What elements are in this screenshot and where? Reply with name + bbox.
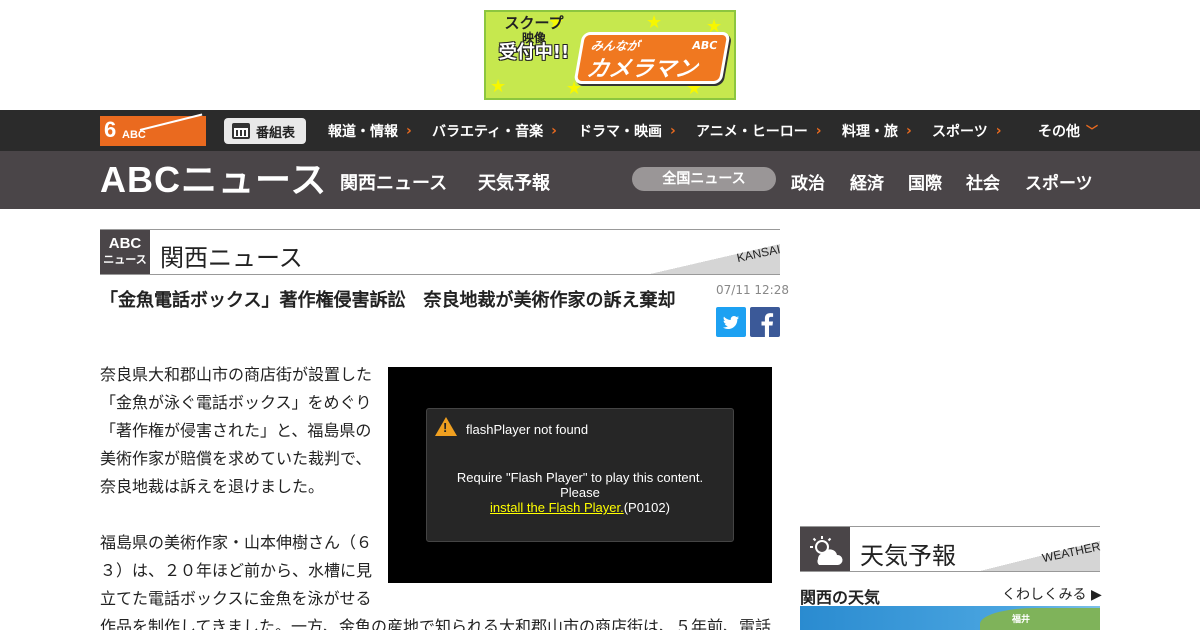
sun-cloud-icon (810, 536, 843, 565)
warning-glyph: ! (443, 420, 448, 435)
star-icon: ★ (646, 12, 663, 33)
category-society[interactable]: 社会 (966, 169, 1000, 194)
flash-dialog-header: flashPlayer not found (466, 422, 589, 437)
section-header-kansai: ABC ニュース 関西ニュース KANSAI (100, 229, 781, 275)
gnav-variety-music[interactable]: バラエティ・音楽 › (432, 110, 557, 151)
twitter-icon (723, 316, 739, 329)
abc-channel-logo[interactable]: 6 ABC (100, 113, 206, 146)
gnav-cooking-travel[interactable]: 料理・旅 › (842, 110, 912, 151)
ad-scoop-line1: スクープ (504, 14, 564, 32)
section-header-weather: 天気予報 WEATHER (800, 526, 1101, 572)
calendar-icon (232, 123, 250, 139)
weather-map[interactable]: 福井 (800, 606, 1100, 630)
twitter-share-button[interactable] (716, 307, 746, 337)
flash-msg-line3: install the Flash Player.(P0102) (427, 500, 733, 515)
chevron-right-icon: › (406, 122, 412, 139)
abc-news-logo[interactable]: ABCニュース (100, 161, 327, 199)
gnav-label: スポーツ (932, 123, 988, 140)
badge-line2: ニュース (103, 254, 147, 266)
chevron-right-icon: › (815, 122, 822, 139)
chevron-right-icon: › (995, 122, 1002, 139)
ad-banner[interactable]: ★ ★ ★ ★ ★ ★ スクープ 映像 受付中!! みんなが ABC カメラマン (484, 10, 736, 100)
flash-msg-line2: Please (560, 485, 600, 500)
gnav-drama-movie[interactable]: ドラマ・映画 › (578, 110, 676, 151)
install-flash-link[interactable]: install the Flash Player. (490, 500, 624, 515)
weather-more-link[interactable]: くわしくみる ▶ (1002, 584, 1102, 604)
category-politics[interactable]: 政治 (791, 169, 825, 194)
ad-scoop-line3: 受付中!! (498, 42, 570, 64)
gnav-more[interactable]: その他 ﹀ (1038, 110, 1098, 151)
article-date: 07/11 12:28 (716, 283, 789, 297)
badge-line1: ABC (108, 235, 142, 252)
chevron-right-icon: › (551, 122, 557, 139)
category-sports[interactable]: スポーツ (1025, 169, 1093, 194)
logo-six: 6 (104, 117, 117, 142)
facebook-share-button[interactable] (750, 307, 780, 337)
video-player[interactable]: ! flashPlayer not found Require "Flash P… (388, 367, 772, 583)
map-land (980, 608, 1100, 630)
category-economy[interactable]: 経済 (850, 169, 884, 194)
gnav-anime-hero[interactable]: アニメ・ヒーロー › (696, 110, 822, 151)
nav-kansai-news[interactable]: 関西ニュース (340, 169, 447, 195)
ad-cameraman-logo: みんなが ABC カメラマン (573, 32, 731, 84)
gnav-label: 料理・旅 (842, 123, 898, 140)
map-city-label: 福井 (1012, 615, 1031, 625)
gnav-label: バラエティ・音楽 (432, 123, 544, 140)
star-icon: ★ (490, 76, 507, 97)
article-paragraph: 作品を制作してきました。一方、金魚の産地で知られる大和郡山市の商店街は、５年前、… (100, 617, 772, 630)
article-paragraph: 福島県の美術作家・山本伸樹さん（６３）は、２０年ほど前から、水槽に見立てた電話ボ… (100, 533, 373, 608)
ad-mark-main: カメラマン (584, 57, 700, 82)
national-news-pill[interactable]: 全国ニュース (632, 167, 776, 191)
weather-badge (800, 527, 850, 571)
top-banner-area: ★ ★ ★ ★ ★ ★ スクープ 映像 受付中!! みんなが ABC カメラマン (0, 0, 1200, 110)
gnav-more-label: その他 (1038, 123, 1080, 140)
article-paragraph: 奈良県大和郡山市の商店街が設置した「金魚が泳ぐ電話ボックス」をめぐり「著作権が侵… (100, 365, 373, 496)
flash-missing-dialog: ! flashPlayer not found Require "Flash P… (426, 408, 734, 542)
weather-title: 天気予報 (860, 542, 956, 570)
gnav-label: ドラマ・映画 (578, 123, 662, 140)
abc-news-badge: ABC ニュース (100, 230, 150, 274)
chevron-right-icon: › (670, 122, 676, 139)
flash-msg-line1: Require "Flash Player" to play this cont… (456, 470, 704, 485)
news-header: ABCニュース 関西ニュース 天気予報 全国ニュース 政治 経済 国際 社会 ス… (0, 151, 1200, 209)
section-title: 関西ニュース (160, 244, 303, 272)
nav-weather[interactable]: 天気予報 (478, 169, 550, 195)
gnav-label: 報道・情報 (328, 123, 398, 140)
program-guide-label: 番組表 (256, 125, 296, 141)
chevron-down-icon: ﹀ (1086, 124, 1099, 138)
program-guide-button[interactable]: 番組表 (224, 118, 306, 144)
gnav-sports[interactable]: スポーツ › (932, 110, 1002, 151)
global-nav: 6 ABC 番組表 報道・情報 › バラエティ・音楽 › ドラマ・映画 › アニ… (0, 110, 1200, 151)
ad-scoop-text: スクープ 映像 受付中!! (492, 14, 576, 64)
logo-abc: ABC (122, 129, 146, 141)
gnav-news-info[interactable]: 報道・情報 › (328, 110, 412, 151)
flash-dialog-message: Require "Flash Player" to play this cont… (427, 470, 733, 515)
gnav-label: アニメ・ヒーロー (696, 123, 808, 140)
flash-error-code: (P0102) (623, 500, 670, 515)
category-international[interactable]: 国際 (908, 169, 942, 194)
facebook-icon (761, 313, 774, 337)
article-title: 「金魚電話ボックス」著作権侵害訴訟 奈良地裁が美術作家の訴え棄却 (100, 290, 676, 311)
logo-swoosh (139, 113, 203, 131)
weather-region-title: 関西の天気 (800, 588, 881, 607)
chevron-right-icon: › (906, 122, 912, 139)
